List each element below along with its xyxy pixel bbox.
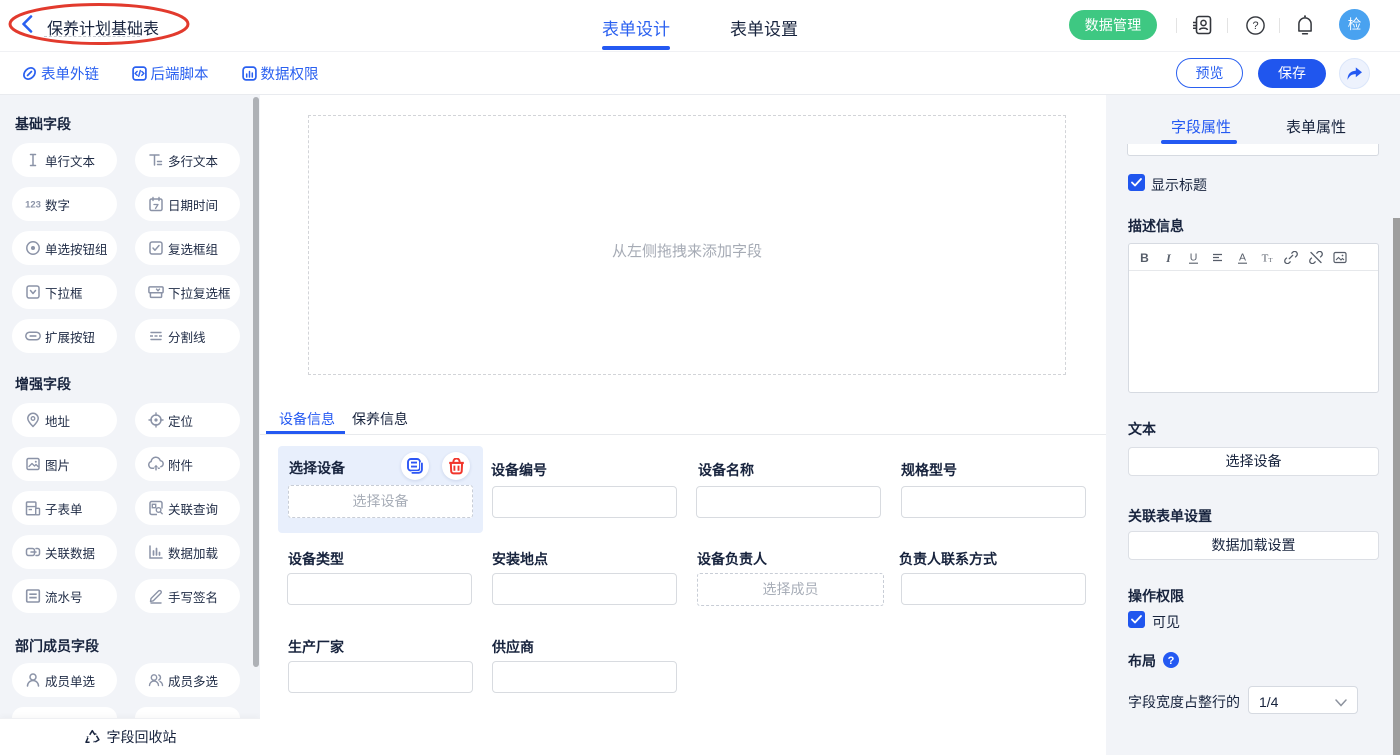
- svg-text:A: A: [1239, 251, 1246, 263]
- svg-text:?: ?: [1252, 20, 1258, 32]
- svg-text:?: ?: [1168, 655, 1175, 667]
- svg-text:B: B: [1140, 251, 1149, 264]
- svg-text:I: I: [1165, 251, 1172, 264]
- svg-text:U: U: [1189, 251, 1197, 263]
- svg-text:T: T: [1269, 257, 1273, 264]
- svg-text:123: 123: [25, 200, 41, 211]
